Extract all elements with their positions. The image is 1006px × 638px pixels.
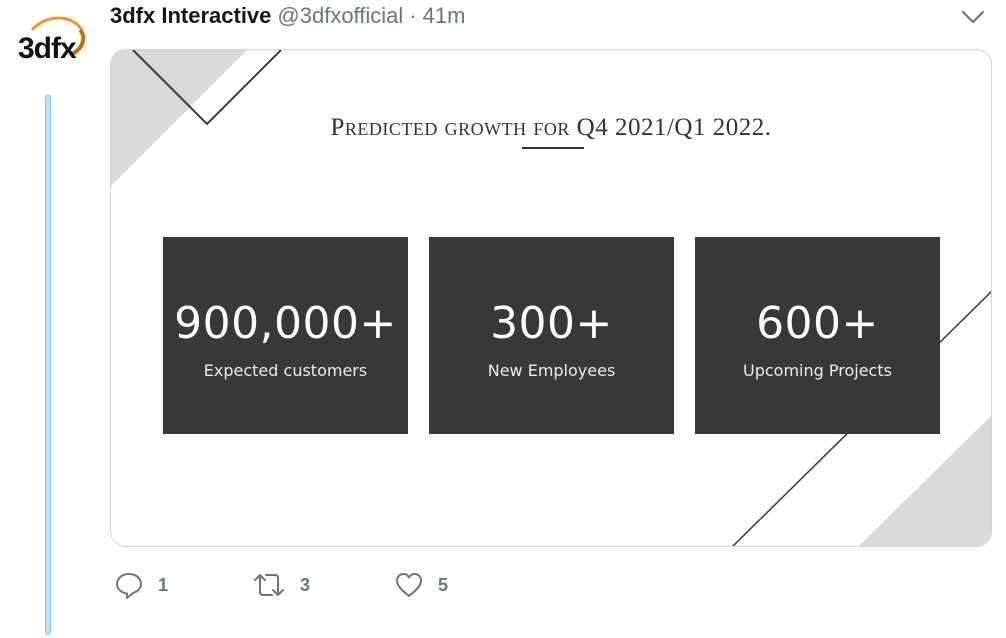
stat-card-customers: 900,000+ Expected customers — [163, 237, 408, 434]
stat-card-projects: 600+ Upcoming Projects — [695, 237, 940, 434]
timestamp[interactable]: 41m — [423, 2, 466, 30]
tweet-header: 3dfx Interactive @3dfxofficial · 41m — [110, 2, 465, 30]
reply-button[interactable]: 1 — [114, 568, 168, 602]
like-button[interactable]: 5 — [394, 568, 448, 602]
stat-label: Upcoming Projects — [743, 361, 892, 380]
stat-label: New Employees — [487, 361, 616, 380]
like-count: 5 — [438, 574, 449, 595]
tweet-media-image[interactable]: Predicted growth for Q4 2021/Q1 2022. 90… — [110, 49, 992, 547]
stat-card-employees: 300+ New Employees — [429, 237, 674, 434]
thread-line — [45, 95, 51, 635]
chevron-down-icon[interactable] — [960, 6, 986, 28]
stat-label: Expected customers — [203, 361, 368, 380]
retweet-button[interactable]: 3 — [252, 568, 310, 602]
tweet: 3dfx 3dfx Interactive @3dfxofficial · 41… — [0, 0, 1006, 638]
author-name[interactable]: 3dfx Interactive — [110, 2, 271, 30]
retweet-arrows-icon — [254, 574, 284, 596]
heart-icon — [396, 573, 422, 597]
logo-text: 3dfx — [18, 32, 77, 65]
retweet-count: 3 — [300, 574, 311, 595]
speech-bubble-icon — [116, 573, 142, 599]
stat-value: 900,000+ — [174, 298, 397, 349]
author-handle[interactable]: @3dfxofficial — [277, 2, 403, 30]
stat-value: 300+ — [490, 298, 613, 349]
stat-value: 600+ — [756, 298, 879, 349]
avatar[interactable]: 3dfx — [10, 8, 90, 80]
reply-count: 1 — [158, 574, 169, 595]
brand-logo: 3dfx — [18, 16, 86, 65]
media-headline: Predicted growth for Q4 2021/Q1 2022. — [330, 114, 772, 141]
headline-underline — [522, 147, 584, 149]
separator-dot: · — [409, 3, 417, 28]
